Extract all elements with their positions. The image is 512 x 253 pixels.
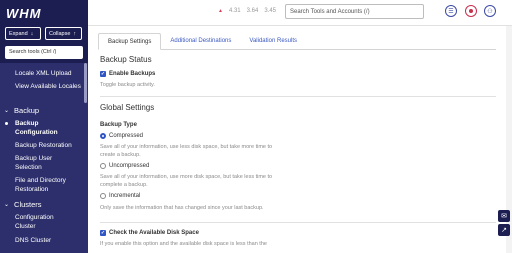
- incremental-label: Incremental: [109, 193, 141, 199]
- section-divider: [100, 222, 496, 223]
- sidebar-section-clusters[interactable]: ⌄ Clusters: [4, 200, 42, 209]
- check-disk-space-label: Check the Available Disk Space: [109, 230, 199, 236]
- incremental-radio[interactable]: Incremental: [100, 193, 140, 199]
- sidebar-item-backup-configuration[interactable]: Backup Configuration: [15, 119, 81, 137]
- load-up-arrow-icon: ▲: [218, 8, 223, 14]
- list-icon[interactable]: ☰: [445, 5, 457, 17]
- checkbox-checked-icon: ✓: [100, 230, 106, 236]
- sidebar-section-backup[interactable]: ⌄ Backup: [4, 106, 39, 115]
- sidebar-item-configuration-cluster[interactable]: Configuration Cluster: [15, 213, 75, 231]
- sidebar-search-input[interactable]: Search tools (Ctrl /): [5, 46, 83, 59]
- chevron-down-icon: ⌄: [4, 202, 10, 208]
- user-icon[interactable]: ⚇: [484, 5, 496, 17]
- expand-label: Expand: [9, 30, 28, 37]
- sidebar: WHM Expand ↓ Collapse ↑ Search tools (Ct…: [0, 0, 88, 253]
- sidebar-item-view-available-locales[interactable]: View Available Locales: [15, 82, 83, 91]
- radio-selected-icon: [100, 133, 106, 139]
- chat-icon[interactable]: ✉: [498, 210, 510, 222]
- sidebar-item-locale-xml-upload[interactable]: Locale XML Upload: [15, 69, 72, 78]
- check-disk-space-checkbox[interactable]: ✓ Check the Available Disk Space: [100, 230, 199, 236]
- enable-backups-label: Enable Backups: [109, 71, 156, 77]
- radio-unselected-icon: [100, 163, 106, 169]
- load-3: 3.45: [264, 8, 277, 14]
- tab-backup-settings[interactable]: Backup Settings: [98, 33, 162, 50]
- sidebar-section-backup-label: Backup: [14, 106, 40, 115]
- check-disk-space-help: If you enable this option and the availa…: [100, 241, 267, 247]
- sidebar-scrollbar[interactable]: [84, 63, 87, 103]
- tab-bar: Backup Settings Additional Destinations …: [98, 33, 306, 50]
- sidebar-item-dns-cluster[interactable]: DNS Cluster: [15, 236, 51, 245]
- uncompressed-label: Uncompressed: [109, 163, 150, 169]
- section-divider: [100, 96, 496, 97]
- enable-backups-help: Toggle backup activity.: [100, 82, 155, 88]
- checkbox-checked-icon: ✓: [100, 71, 106, 77]
- load-2: 3.64: [246, 8, 259, 14]
- tab-validation-results[interactable]: Validation Results: [240, 33, 306, 50]
- collapse-label: Collapse: [49, 30, 71, 37]
- load-1: 4.31: [228, 8, 241, 14]
- analytics-icon[interactable]: ↗: [498, 224, 510, 236]
- tools-search-input[interactable]: Search Tools and Accounts (/): [285, 4, 424, 19]
- top-bar: ▲ 4.31 3.64 3.45 Search Tools and Accoun…: [88, 0, 512, 26]
- backup-status-title: Backup Status: [100, 55, 152, 64]
- main-content: Backup Settings Additional Destinations …: [88, 26, 512, 253]
- bell-icon[interactable]: [465, 5, 477, 17]
- collapse-button[interactable]: Collapse ↑: [45, 27, 82, 40]
- compressed-help-line-2: create a backup.: [100, 152, 141, 158]
- enable-backups-checkbox[interactable]: ✓ Enable Backups: [100, 71, 155, 77]
- tab-additional-destinations[interactable]: Additional Destinations: [161, 33, 240, 50]
- arrow-up-icon: ↑: [73, 30, 77, 37]
- whm-logo: WHM: [6, 6, 42, 21]
- expand-button[interactable]: Expand ↓: [5, 27, 41, 40]
- uncompressed-radio[interactable]: Uncompressed: [100, 163, 149, 169]
- backup-type-label: Backup Type: [100, 122, 137, 128]
- global-settings-title: Global Settings: [100, 103, 155, 112]
- incremental-help: Only save the information that has chang…: [100, 205, 264, 211]
- compressed-help-line-1: Save all of your information, use less d…: [100, 144, 273, 150]
- active-indicator-icon: [5, 122, 8, 125]
- chevron-down-icon: ⌄: [4, 108, 10, 114]
- sidebar-item-backup-restoration[interactable]: Backup Restoration: [15, 141, 72, 150]
- sidebar-item-backup-user-selection[interactable]: Backup User Selection: [15, 154, 73, 172]
- uncompressed-help-line-2: complete a backup.: [100, 182, 148, 188]
- arrow-down-icon: ↓: [30, 30, 34, 37]
- uncompressed-help-line-1: Save all of your information, use more d…: [100, 174, 273, 180]
- sidebar-item-file-directory-restoration[interactable]: File and Directory Restoration: [15, 176, 81, 194]
- compressed-radio[interactable]: Compressed: [100, 133, 143, 139]
- sidebar-section-clusters-label: Clusters: [14, 200, 42, 209]
- compressed-label: Compressed: [109, 133, 144, 139]
- server-load: ▲ 4.31 3.64 3.45: [218, 8, 276, 14]
- radio-unselected-icon: [100, 193, 106, 199]
